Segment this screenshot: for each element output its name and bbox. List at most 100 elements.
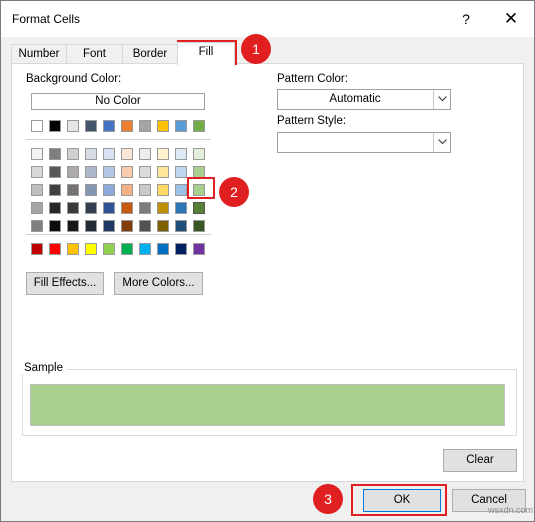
color-swatch[interactable] <box>103 166 115 178</box>
color-swatch[interactable] <box>121 148 133 160</box>
color-swatch[interactable] <box>49 202 61 214</box>
clear-label: Clear <box>466 454 494 466</box>
color-swatch[interactable] <box>157 148 169 160</box>
color-swatch[interactable] <box>67 166 79 178</box>
color-swatch[interactable] <box>157 120 169 132</box>
chevron-down-icon[interactable] <box>433 133 450 152</box>
color-swatch[interactable] <box>175 166 187 178</box>
color-swatch[interactable] <box>157 184 169 196</box>
sample-label: Sample <box>20 362 67 374</box>
color-swatch[interactable] <box>103 184 115 196</box>
color-swatch[interactable] <box>31 148 43 160</box>
color-swatch[interactable] <box>103 120 115 132</box>
pattern-style-label: Pattern Style: <box>277 115 347 127</box>
color-swatch[interactable] <box>121 166 133 178</box>
color-swatch[interactable] <box>49 220 61 232</box>
palette-divider <box>26 234 211 235</box>
color-swatch[interactable] <box>157 220 169 232</box>
color-swatch[interactable] <box>175 184 187 196</box>
fill-effects-button[interactable]: Fill Effects... <box>26 272 104 295</box>
color-swatch[interactable] <box>85 202 97 214</box>
dialog-title: Format Cells <box>12 12 81 26</box>
watermark: wsxdn.com <box>488 505 534 515</box>
tab-number[interactable]: Number <box>11 44 67 65</box>
color-swatch[interactable] <box>49 148 61 160</box>
color-swatch[interactable] <box>175 120 187 132</box>
color-swatch[interactable] <box>139 148 151 160</box>
pattern-style-dropdown[interactable] <box>277 132 451 153</box>
color-swatch[interactable] <box>67 120 79 132</box>
background-color-label: Background Color: <box>26 73 122 85</box>
color-swatch[interactable] <box>85 120 97 132</box>
color-swatch[interactable] <box>121 184 133 196</box>
color-swatch[interactable] <box>139 120 151 132</box>
color-swatch[interactable] <box>157 166 169 178</box>
color-swatch[interactable] <box>157 243 169 255</box>
color-swatch[interactable] <box>103 148 115 160</box>
callout-1: 1 <box>241 34 271 64</box>
color-swatch[interactable] <box>121 202 133 214</box>
callout-3: 3 <box>313 484 343 514</box>
sample-preview <box>30 384 505 426</box>
color-swatch[interactable] <box>49 120 61 132</box>
color-swatch[interactable] <box>121 120 133 132</box>
fill-effects-label: Fill Effects... <box>33 277 97 289</box>
palette-divider <box>26 139 211 140</box>
color-swatch[interactable] <box>139 243 151 255</box>
color-swatch[interactable] <box>67 184 79 196</box>
color-swatch[interactable] <box>175 220 187 232</box>
color-swatch[interactable] <box>193 148 205 160</box>
pattern-color-value: Automatic <box>329 93 381 105</box>
clear-button[interactable]: Clear <box>443 449 517 472</box>
color-swatch[interactable] <box>85 184 97 196</box>
color-swatch[interactable] <box>85 148 97 160</box>
more-colors-button[interactable]: More Colors... <box>114 272 203 295</box>
help-button[interactable]: ? <box>456 9 476 29</box>
color-swatch[interactable] <box>103 243 115 255</box>
more-colors-label: More Colors... <box>122 277 195 289</box>
color-swatch[interactable] <box>157 202 169 214</box>
pattern-color-dropdown[interactable]: Automatic <box>277 89 451 110</box>
color-swatch[interactable] <box>103 202 115 214</box>
title-bar: Format Cells ? ✕ <box>1 1 534 37</box>
color-swatch[interactable] <box>139 220 151 232</box>
color-swatch[interactable] <box>85 166 97 178</box>
color-swatch[interactable] <box>31 220 43 232</box>
callout-2: 2 <box>219 177 249 207</box>
ok-button-highlight <box>351 484 447 516</box>
color-swatch[interactable] <box>31 202 43 214</box>
color-swatch[interactable] <box>175 202 187 214</box>
color-swatch[interactable] <box>139 166 151 178</box>
color-swatch[interactable] <box>67 220 79 232</box>
color-swatch[interactable] <box>67 243 79 255</box>
color-swatch[interactable] <box>31 166 43 178</box>
color-swatch[interactable] <box>67 148 79 160</box>
color-swatch[interactable] <box>121 243 133 255</box>
close-button[interactable]: ✕ <box>498 7 524 31</box>
tab-border[interactable]: Border <box>122 44 178 65</box>
chevron-down-icon[interactable] <box>433 90 450 109</box>
color-swatch[interactable] <box>103 220 115 232</box>
color-swatch[interactable] <box>193 120 205 132</box>
color-swatch[interactable] <box>85 243 97 255</box>
color-swatch[interactable] <box>193 243 205 255</box>
selected-color-highlight <box>187 177 215 199</box>
tab-fill[interactable]: Fill <box>177 42 235 66</box>
color-swatch[interactable] <box>49 184 61 196</box>
color-swatch[interactable] <box>85 220 97 232</box>
color-swatch[interactable] <box>139 184 151 196</box>
no-color-button[interactable]: No Color <box>31 93 205 110</box>
color-swatch[interactable] <box>175 243 187 255</box>
color-swatch[interactable] <box>139 202 151 214</box>
color-swatch[interactable] <box>31 120 43 132</box>
color-swatch[interactable] <box>175 148 187 160</box>
color-swatch[interactable] <box>193 220 205 232</box>
color-swatch[interactable] <box>49 166 61 178</box>
color-swatch[interactable] <box>31 243 43 255</box>
color-swatch[interactable] <box>67 202 79 214</box>
color-swatch[interactable] <box>192 201 206 215</box>
tab-font[interactable]: Font <box>66 44 123 65</box>
color-swatch[interactable] <box>49 243 61 255</box>
color-swatch[interactable] <box>121 220 133 232</box>
color-swatch[interactable] <box>31 184 43 196</box>
